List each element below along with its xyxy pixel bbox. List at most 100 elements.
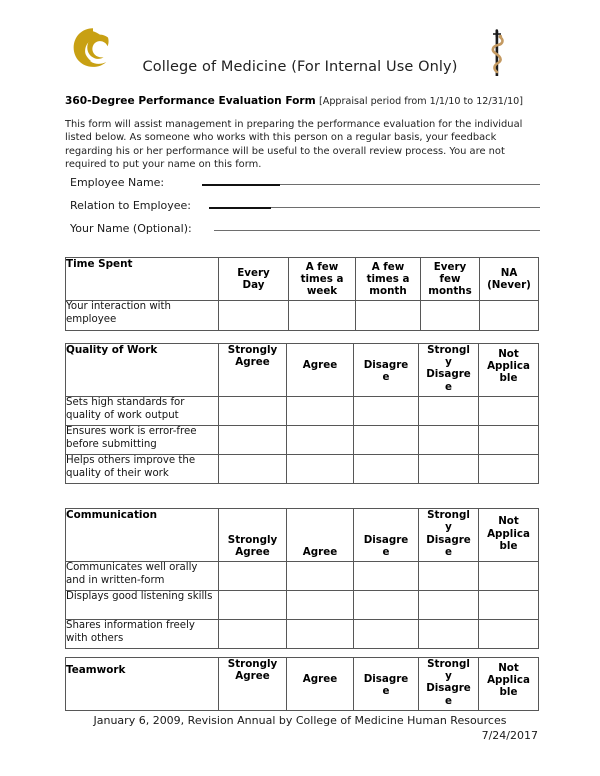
row-label: Communicates well orally and in written-… [65,561,219,591]
row-label: Shares information freely with others [65,619,219,649]
employee-name-input[interactable] [202,175,540,186]
row-label: Sets high standards for quality of work … [65,396,219,426]
rating-cell[interactable] [418,561,479,591]
appraisal-period: [Appraisal period from 1/1/10 to 12/31/1… [319,96,524,107]
document-page: College of Medicine (For Internal Use On… [0,0,600,776]
table-row: Communicates well orally and in written-… [65,561,539,591]
rating-cell[interactable] [218,300,289,331]
employee-name-label: Employee Name: [70,176,165,189]
rule-underline-bold [202,184,281,186]
category-label: Communication [65,508,219,562]
row-label: Your interaction with employee [65,300,219,331]
rating-cell[interactable] [218,425,287,455]
rating-cell[interactable] [420,300,480,331]
rating-cell[interactable] [218,590,287,620]
rating-cell[interactable] [286,396,354,426]
document-header: College of Medicine (For Internal Use On… [0,0,600,76]
rating-cell[interactable] [353,619,419,649]
column-header-strongly-disagree: Strongl y Disagre e [418,657,479,711]
rating-cell[interactable] [286,454,354,484]
column-header-agree: Agree [286,657,354,711]
form-subtitle: 360-Degree Performance Evaluation Form [… [65,95,545,108]
rating-cell[interactable] [355,300,421,331]
column-header-not-applicable: Not Applica ble [478,508,539,562]
column-header-disagree: Disagre e [353,657,419,711]
rating-cell[interactable] [478,619,539,649]
relation-to-employee-input[interactable] [209,198,540,209]
category-label: Quality of Work [65,343,219,397]
table-row: Helps others improve the quality of thei… [65,454,539,484]
column-header-strongly-agree: Strongly Agree [218,657,287,711]
quality-of-work-table: Quality of Work Strongly Agree Agree Dis… [65,343,539,484]
communication-table: Communication Strongly Agree Agree Disag… [65,508,539,649]
table-header-row: Teamwork Strongly Agree Agree Disagre e … [65,657,539,711]
rating-cell[interactable] [479,300,539,331]
row-label: Displays good listening skills [65,590,219,620]
intro-paragraph: This form will assist management in prep… [65,119,523,171]
rating-cell[interactable] [418,590,479,620]
rating-cell[interactable] [218,619,287,649]
your-name-row: Your Name (Optional): [70,221,540,244]
rating-cell[interactable] [218,454,287,484]
column-header-strongly-agree: Strongly Agree [218,343,287,397]
rating-cell[interactable] [286,561,354,591]
column-header-agree: Agree [286,343,354,397]
column-header-na-never: NA (Never) [479,257,539,301]
column-header-not-applicable: Not Applica ble [478,657,539,711]
table-row: Shares information freely with others [65,619,539,649]
employee-name-row: Employee Name: [70,175,540,198]
column-header-not-applicable: Not Applica ble [478,343,539,397]
print-date: 7/24/2017 [481,729,538,742]
rating-cell[interactable] [286,590,354,620]
form-name: 360-Degree Performance Evaluation Form [65,95,316,107]
document-footer: January 6, 2009, Revision Annual by Coll… [0,713,600,743]
rating-cell[interactable] [353,425,419,455]
rating-cell[interactable] [286,619,354,649]
row-label: Helps others improve the quality of thei… [65,454,219,484]
rating-cell[interactable] [286,425,354,455]
rating-cell[interactable] [478,454,539,484]
table-header-row: Time Spent Every Day A few times a week … [65,257,539,301]
your-name-input[interactable] [213,221,540,232]
rating-cell[interactable] [353,590,419,620]
page-title: College of Medicine (For Internal Use On… [142,59,458,75]
column-header-strongly-agree: Strongly Agree [218,508,287,562]
your-name-label: Your Name (Optional): [70,222,192,235]
rating-cell[interactable] [353,396,419,426]
rating-cell[interactable] [478,590,539,620]
rule-underline-bold [209,207,272,209]
category-label: Teamwork [65,657,219,711]
column-header-agree: Agree [286,508,354,562]
rule-line [213,230,540,231]
rating-cell[interactable] [353,454,419,484]
rating-cell[interactable] [418,396,479,426]
column-header-strongly-disagree: Strongl y Disagre e [418,343,479,397]
column-header-few-times-week: A few times a week [288,257,356,301]
rating-cell[interactable] [478,561,539,591]
column-header-every-day: Every Day [218,257,289,301]
rating-cell[interactable] [418,619,479,649]
rating-cell[interactable] [218,561,287,591]
table-row: Sets high standards for quality of work … [65,396,539,426]
rating-cell[interactable] [218,396,287,426]
time-spent-table: Time Spent Every Day A few times a week … [65,257,539,331]
relation-to-employee-row: Relation to Employee: [70,198,540,221]
rating-cell[interactable] [353,561,419,591]
revision-note: January 6, 2009, Revision Annual by Coll… [93,714,507,727]
rating-cell[interactable] [288,300,356,331]
table-row: Ensures work is error-free before submit… [65,425,539,455]
column-header-every-few-months: Every few months [420,257,480,301]
rating-cell[interactable] [418,454,479,484]
relation-to-employee-label: Relation to Employee: [70,199,192,212]
table-row: Displays good listening skills [65,590,539,620]
column-header-strongly-disagree: Strongl y Disagre e [418,508,479,562]
name-fields: Employee Name: Relation to Employee: You… [70,175,540,244]
rating-cell[interactable] [478,396,539,426]
row-label: Ensures work is error-free before submit… [65,425,219,455]
rating-cell[interactable] [418,425,479,455]
table-row: Your interaction with employee [65,300,539,331]
category-label: Time Spent [65,257,219,301]
column-header-few-times-month: A few times a month [355,257,421,301]
rating-cell[interactable] [478,425,539,455]
table-header-row: Communication Strongly Agree Agree Disag… [65,508,539,562]
